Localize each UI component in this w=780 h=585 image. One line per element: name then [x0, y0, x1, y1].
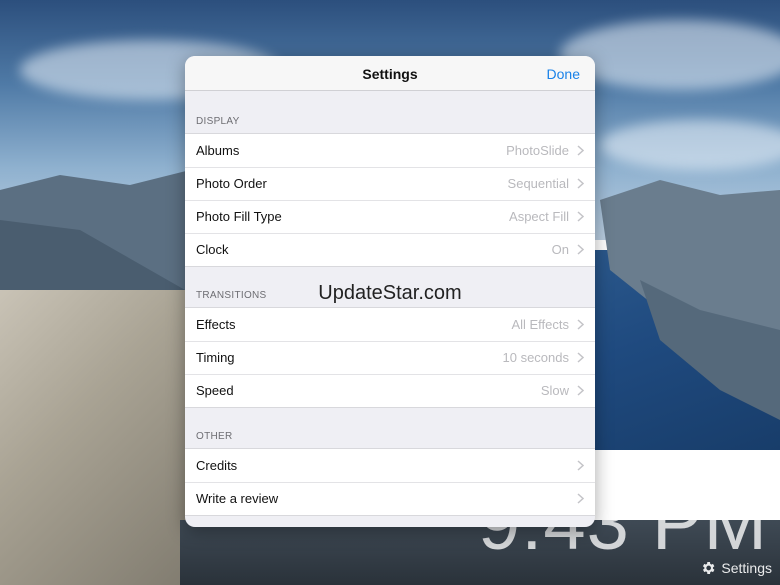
- row-label: Timing: [196, 350, 235, 365]
- credits-row[interactable]: Credits: [185, 449, 595, 482]
- write-review-row[interactable]: Write a review: [185, 482, 595, 515]
- row-value: All Effects: [511, 317, 569, 332]
- row-value: PhotoSlide: [506, 143, 569, 158]
- row-label: Clock: [196, 242, 229, 257]
- clock-row[interactable]: Clock On: [185, 233, 595, 266]
- display-group: Albums PhotoSlide Photo Order Sequential…: [185, 133, 595, 267]
- modal-header: Settings Done: [185, 56, 595, 91]
- section-header-transitions: TRANSITIONS: [196, 290, 267, 301]
- effects-row[interactable]: Effects All Effects: [185, 308, 595, 341]
- row-label: Albums: [196, 143, 240, 158]
- settings-button-label: Settings: [721, 560, 772, 576]
- chevron-right-icon: [577, 211, 584, 222]
- photo-order-row[interactable]: Photo Order Sequential: [185, 167, 595, 200]
- other-group: Credits Write a review: [185, 448, 595, 516]
- modal-title: Settings: [362, 66, 418, 82]
- chevron-right-icon: [577, 244, 584, 255]
- speed-row[interactable]: Speed Slow: [185, 374, 595, 407]
- chevron-right-icon: [577, 460, 584, 471]
- chevron-right-icon: [577, 319, 584, 330]
- done-button[interactable]: Done: [547, 66, 580, 82]
- row-value: Sequential: [507, 176, 569, 191]
- gear-icon: [703, 562, 715, 574]
- row-label: Credits: [196, 458, 238, 473]
- row-value: 10 seconds: [502, 350, 570, 365]
- row-label: Speed: [196, 383, 234, 398]
- albums-row[interactable]: Albums PhotoSlide: [185, 134, 595, 167]
- row-label: Photo Order: [196, 176, 267, 191]
- chevron-right-icon: [577, 145, 584, 156]
- settings-modal: Settings Done DISPLAY Albums PhotoSlide …: [185, 56, 595, 527]
- section-header-display: DISPLAY: [196, 116, 240, 127]
- row-value: Slow: [540, 383, 569, 398]
- chevron-right-icon: [577, 352, 584, 363]
- chevron-right-icon: [577, 385, 584, 396]
- section-header-other: OTHER: [196, 431, 233, 442]
- row-value: On: [551, 242, 569, 257]
- settings-button[interactable]: Settings: [700, 560, 772, 576]
- transitions-group: Effects All Effects Timing 10 seconds Sp…: [185, 307, 595, 408]
- row-value: Aspect Fill: [509, 209, 569, 224]
- chevron-right-icon: [577, 493, 584, 504]
- photo-fill-type-row[interactable]: Photo Fill Type Aspect Fill: [185, 200, 595, 233]
- timing-row[interactable]: Timing 10 seconds: [185, 341, 595, 374]
- row-label: Photo Fill Type: [196, 209, 282, 224]
- row-label: Effects: [196, 317, 236, 332]
- row-label: Write a review: [196, 491, 279, 506]
- chevron-right-icon: [577, 178, 584, 189]
- rocks: [0, 290, 200, 585]
